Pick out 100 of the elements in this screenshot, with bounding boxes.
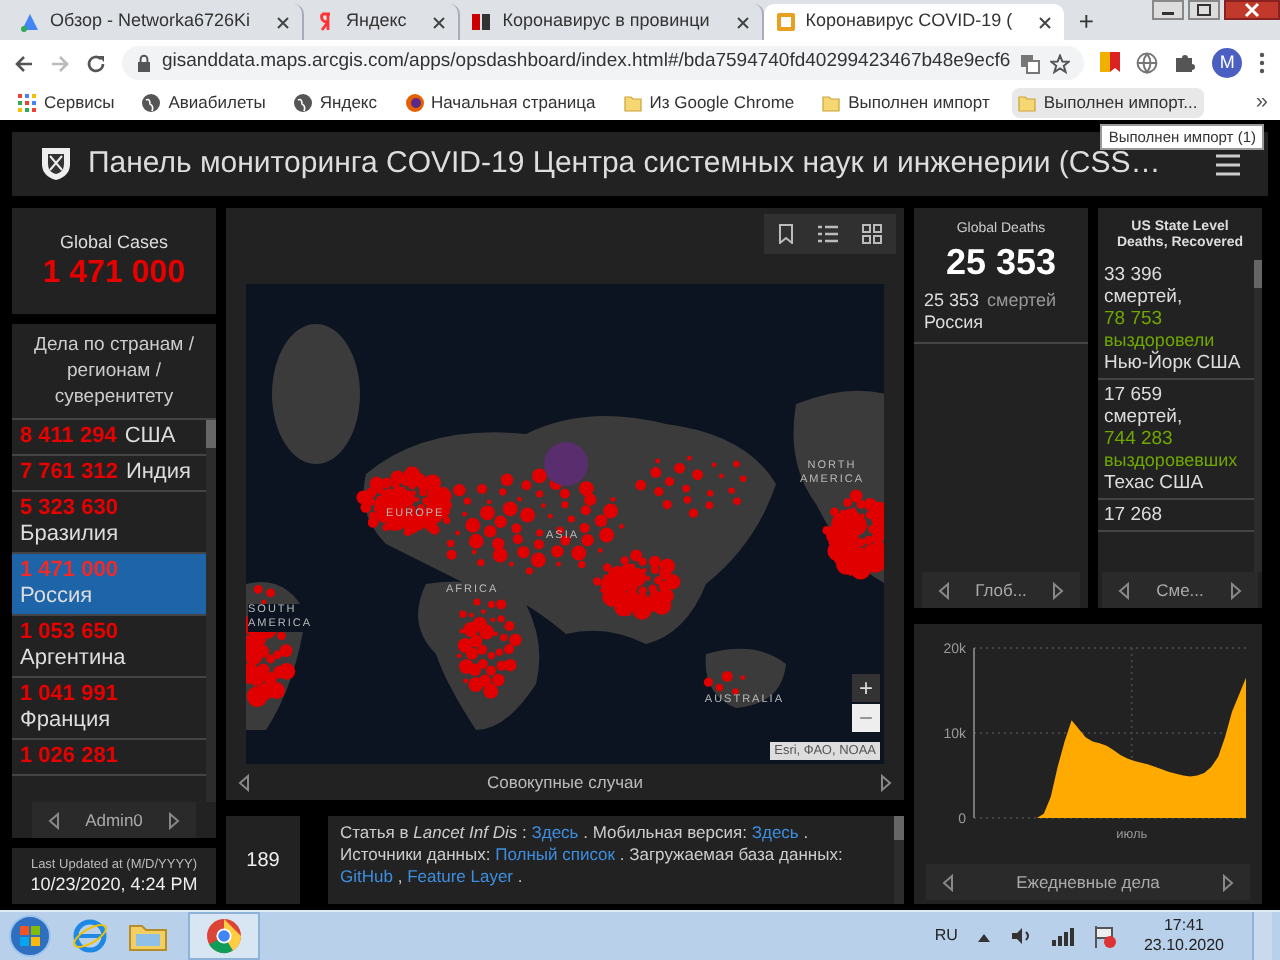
close-icon[interactable] bbox=[432, 15, 447, 29]
taskbar-button[interactable] bbox=[188, 912, 260, 960]
link[interactable]: GitHub bbox=[340, 866, 393, 886]
death-count: 33 396 bbox=[1104, 264, 1165, 286]
country-name: Аргентина bbox=[20, 646, 126, 672]
speaker-icon[interactable] bbox=[1009, 926, 1032, 946]
country-name: Россия bbox=[924, 311, 986, 333]
scrollbar[interactable] bbox=[1254, 260, 1262, 572]
up-arrow-icon[interactable] bbox=[977, 931, 990, 941]
case-count: 8 411 294 bbox=[20, 424, 117, 450]
maximize-icon[interactable] bbox=[1188, 0, 1220, 20]
bookmark-extension-icon[interactable] bbox=[1100, 52, 1121, 74]
signal-bars-icon[interactable] bbox=[1051, 927, 1074, 945]
link[interactable]: Здесь bbox=[751, 822, 799, 842]
case-count: 1 053 650 bbox=[20, 620, 118, 646]
tab-title: Коронавирус в провинци bbox=[502, 8, 710, 35]
clock-date[interactable]: 23.10.2020 bbox=[1143, 936, 1224, 956]
caret-left-icon[interactable] bbox=[238, 773, 250, 791]
flag-icon[interactable] bbox=[1093, 925, 1116, 947]
more-menu-icon[interactable] bbox=[1258, 52, 1266, 74]
caret-right-icon[interactable] bbox=[880, 773, 892, 791]
nav-label: Ежедневные дела bbox=[1016, 869, 1160, 895]
recovered-count: 78 753 bbox=[1104, 308, 1163, 330]
address-field[interactable]: gisanddata.maps.arcgis.com/apps/opsdashboard/index.html#/bda7594740fd40299423467b48e9ecf6 bbox=[122, 46, 1085, 80]
minimize-icon[interactable] bbox=[1152, 0, 1184, 20]
back-arrow-icon[interactable] bbox=[14, 53, 34, 73]
country-name: США bbox=[124, 424, 176, 450]
death-unit: смертей bbox=[987, 289, 1057, 311]
bookmark-label: Яндекс bbox=[319, 90, 377, 116]
scrollbar-thumb[interactable] bbox=[894, 816, 904, 840]
profile-avatar[interactable]: M bbox=[1212, 48, 1242, 78]
bookmark-label: Авиабилеты bbox=[168, 90, 266, 116]
death-unit: смертей, bbox=[1104, 406, 1183, 428]
recovered-count: 744 283 bbox=[1104, 428, 1173, 450]
caret-right-icon[interactable] bbox=[167, 811, 180, 829]
menu-icon[interactable] bbox=[1216, 153, 1240, 175]
caret-left-icon[interactable] bbox=[1118, 581, 1130, 599]
case-count: 1 026 281 bbox=[20, 744, 118, 770]
scrollbar-thumb[interactable] bbox=[1254, 260, 1262, 288]
star-icon[interactable] bbox=[1050, 53, 1071, 73]
new-tab-button[interactable]: + bbox=[1070, 6, 1103, 38]
more-bookmarks-icon[interactable]: » bbox=[1255, 86, 1268, 120]
caret-right-icon[interactable] bbox=[1052, 581, 1064, 599]
fox-logo-icon bbox=[405, 94, 423, 112]
recovered-label: выздоровели bbox=[1104, 330, 1217, 350]
bookmark-item[interactable]: Выполнен импорт... bbox=[1011, 88, 1204, 118]
bookmark-label: Из Google Chrome bbox=[649, 90, 795, 116]
clock-time[interactable]: 17:41 bbox=[1163, 916, 1204, 936]
nav-label: Admin0 bbox=[85, 807, 143, 833]
nav-label: Сме... bbox=[1156, 577, 1204, 603]
caret-right-icon[interactable] bbox=[1222, 873, 1234, 891]
case-count: 5 323 630 bbox=[20, 496, 118, 522]
bookmark-item[interactable]: Сервисы bbox=[12, 88, 121, 118]
bookmark-item[interactable]: Из Google Chrome bbox=[617, 88, 801, 118]
state-name: Нью-Йорк США bbox=[1104, 352, 1243, 374]
bookmark-label: Выполнен импорт... bbox=[1043, 90, 1198, 116]
caret-left-icon[interactable] bbox=[48, 811, 60, 829]
close-icon[interactable] bbox=[276, 15, 291, 29]
link[interactable]: Feature Layer bbox=[407, 866, 514, 886]
start-orb-icon[interactable] bbox=[8, 914, 52, 958]
caret-left-icon[interactable] bbox=[938, 581, 950, 599]
count-value: 189 bbox=[246, 847, 280, 875]
bookmark-item[interactable]: Яндекс bbox=[287, 88, 383, 118]
folder-icon bbox=[822, 94, 841, 112]
tab-title: Коронавирус COVID-19 ( bbox=[805, 8, 1013, 35]
link[interactable]: Здесь bbox=[531, 822, 579, 842]
bookmark-icon[interactable] bbox=[778, 224, 794, 244]
death-count: 17 268 bbox=[1104, 504, 1165, 526]
bookmark-label: Начальная страница bbox=[431, 90, 596, 116]
zoom-in-button[interactable]: + bbox=[852, 674, 880, 702]
link[interactable]: Полный список bbox=[495, 844, 615, 864]
scrollbar[interactable] bbox=[206, 420, 216, 802]
case-count: 1 471 000 bbox=[20, 558, 118, 584]
bookmark-item[interactable]: Начальная страница bbox=[399, 88, 602, 118]
scrollbar[interactable] bbox=[894, 816, 904, 904]
country-name: Бразилия bbox=[20, 522, 119, 548]
close-icon[interactable] bbox=[735, 15, 750, 29]
globe-icon[interactable] bbox=[1136, 52, 1159, 74]
url-text: gisanddata.maps.arcgis.com/apps/opsdashboard/index.html#/bda7594740fd40299423467b48e9ecf6 bbox=[162, 48, 1011, 77]
triangle-logo-icon bbox=[20, 12, 40, 32]
bookmark-item[interactable]: Выполнен импорт bbox=[816, 88, 996, 118]
country-list-item[interactable]: 1 471 000 Россия bbox=[12, 554, 206, 616]
nav-label: Глоб... bbox=[975, 577, 1027, 603]
country-name: Россия bbox=[20, 584, 93, 610]
reload-icon[interactable] bbox=[86, 53, 106, 73]
scrollbar-thumb[interactable] bbox=[206, 420, 216, 448]
caret-right-icon[interactable] bbox=[1229, 581, 1242, 599]
language-indicator[interactable]: RU bbox=[934, 924, 958, 948]
death-list-item[interactable]: 25 353 смертей Россия bbox=[914, 281, 1088, 343]
grid-icon[interactable] bbox=[862, 224, 882, 244]
list-icon[interactable] bbox=[818, 224, 838, 244]
updated-time: 10/23/2020, 4:24 PM bbox=[30, 873, 198, 895]
close-icon[interactable] bbox=[1038, 15, 1053, 29]
bookmark-label: Сервисы bbox=[44, 90, 115, 116]
bookmark-item[interactable]: Авиабилеты bbox=[136, 88, 272, 118]
puzzle-icon[interactable] bbox=[1174, 52, 1197, 74]
caret-left-icon[interactable] bbox=[942, 873, 954, 891]
close-icon[interactable] bbox=[1224, 0, 1280, 20]
death-count: 25 353 bbox=[943, 241, 1059, 281]
browser-tab[interactable]: Коронавирус COVID-19 ( bbox=[763, 4, 1065, 40]
